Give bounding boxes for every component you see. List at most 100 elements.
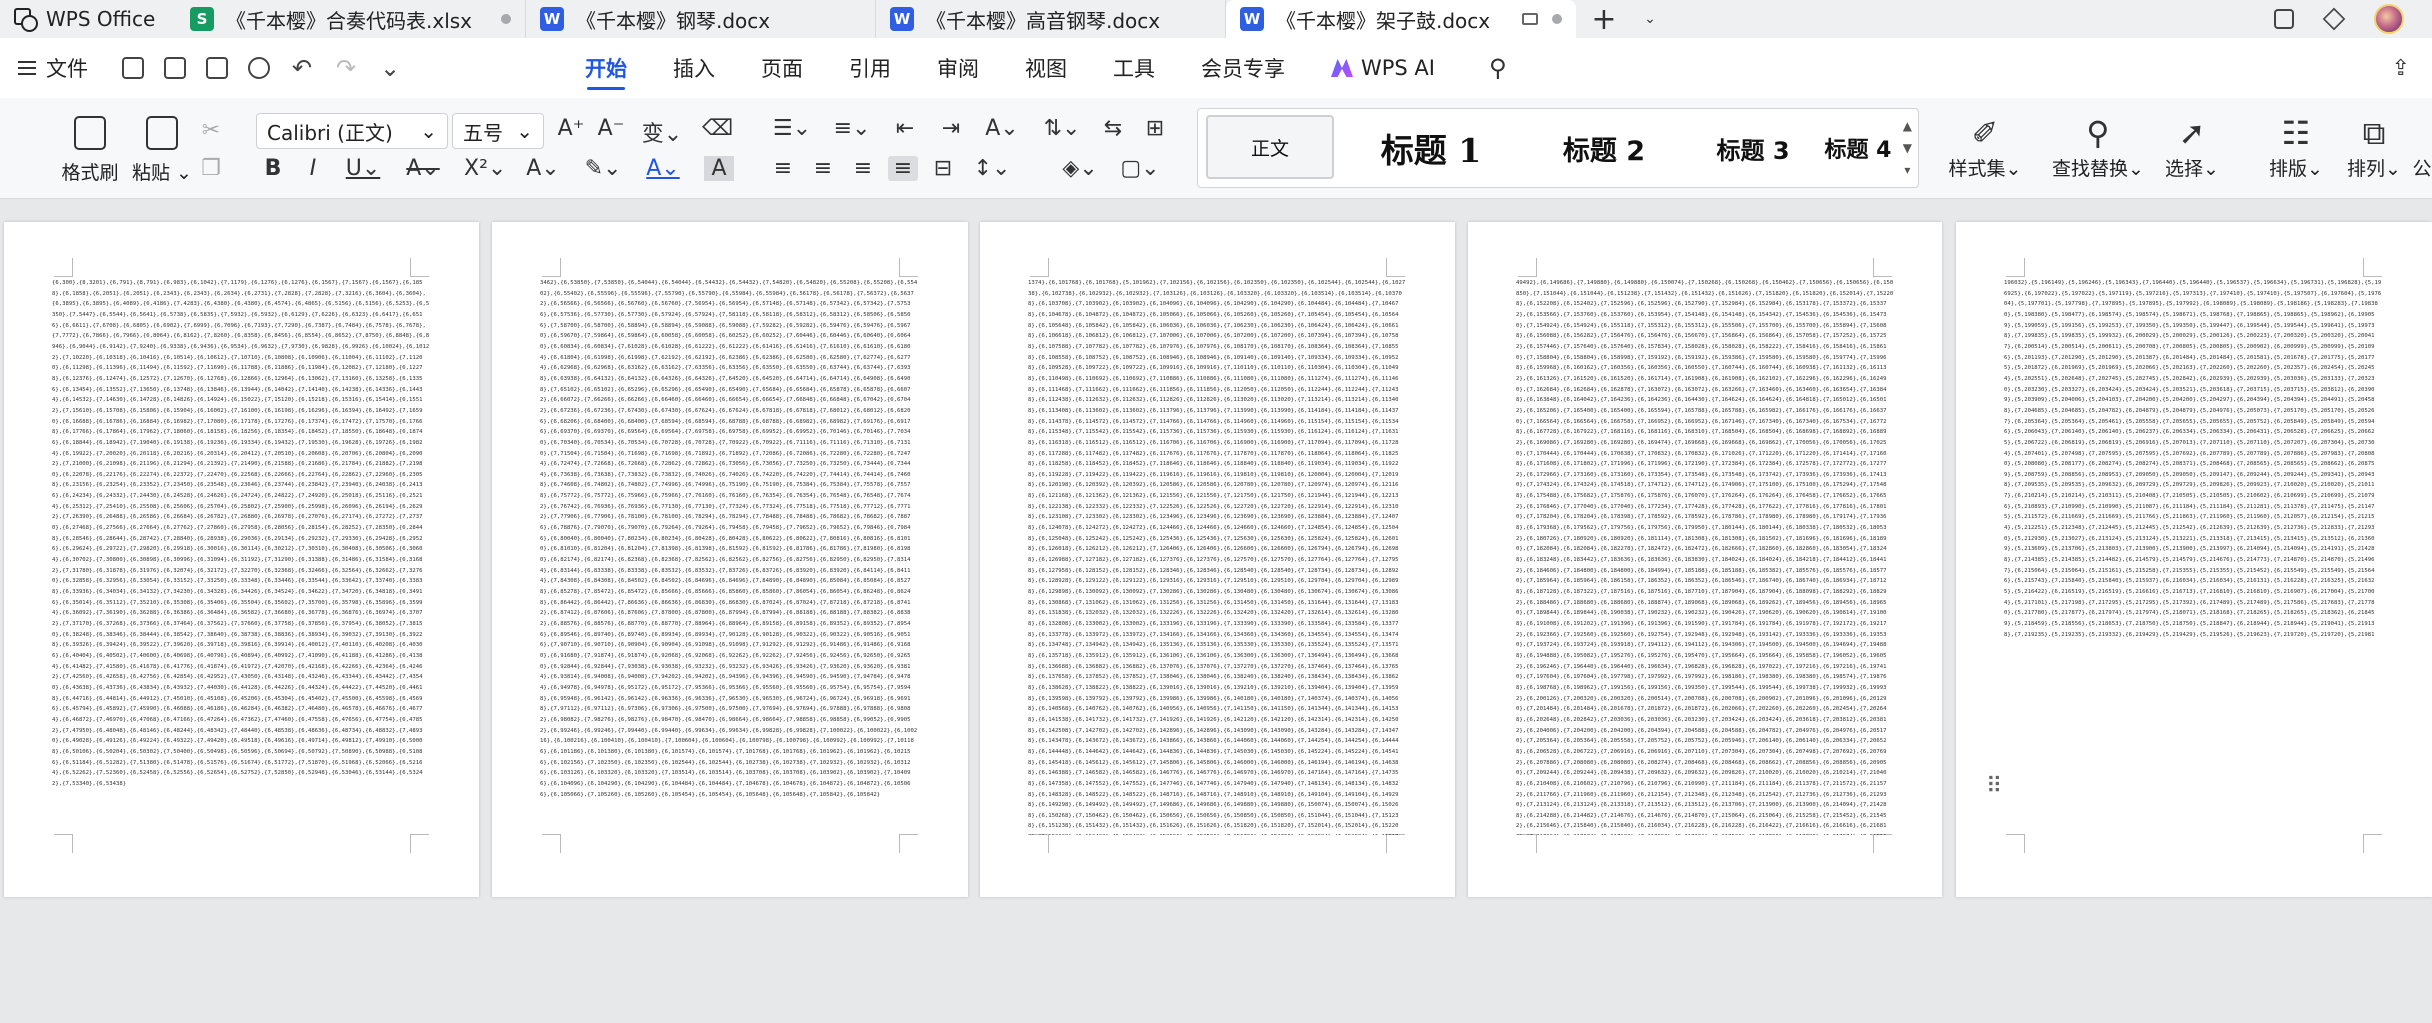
show-marks-icon[interactable]: ⇆ xyxy=(1098,116,1128,141)
paste-icon xyxy=(146,116,178,150)
screen-mode-icon[interactable] xyxy=(1522,13,1538,25)
file-tab-high-piano[interactable]: W 《千本樱》高音钢琴.docx xyxy=(876,0,1226,38)
style-gallery-scroll[interactable]: ▲ ▼ ▾ xyxy=(1903,115,1912,181)
user-avatar[interactable] xyxy=(2374,4,2404,34)
ribbon-overflow-button[interactable]: 公 xyxy=(2412,112,2432,181)
file-menu[interactable]: 文件 xyxy=(0,53,88,83)
page-corner-mark xyxy=(2363,258,2382,277)
font-name-select[interactable]: Calibri (正文) ⌄ xyxy=(256,113,448,149)
undo-icon[interactable]: ↶ xyxy=(290,54,314,82)
menu-bar: 文件 ↶ ↷ ⌄ 开始 插入 页面 引用 审阅 视图 工具 会员专享 WPS A… xyxy=(0,38,2432,98)
document-page-5[interactable]: 196032},{5,196149},{5,196246},{5,196343}… xyxy=(1956,222,2432,897)
find-replace-label: 查找替换⌄ xyxy=(2052,158,2144,180)
distributed-align-icon[interactable]: ⊟ xyxy=(928,156,958,181)
tab-page[interactable]: 页面 xyxy=(738,38,826,98)
strikethrough-icon[interactable]: A⌄ xyxy=(404,156,442,181)
bold-icon[interactable]: B xyxy=(258,156,288,181)
underline-icon[interactable]: U⌄ xyxy=(344,156,382,181)
search-icon[interactable]: ⚲ xyxy=(1466,38,1530,98)
style-set-button[interactable]: ✐ 样式集⌄ xyxy=(1945,112,2025,181)
style-normal[interactable]: 正文 xyxy=(1206,115,1334,179)
tab-member[interactable]: 会员专享 xyxy=(1178,38,1308,98)
tab-tools[interactable]: 工具 xyxy=(1090,38,1178,98)
format-painter-button[interactable]: 格式刷 xyxy=(58,116,122,185)
typesetting-button[interactable]: ☷ 排版⌄ xyxy=(2262,112,2330,181)
document-canvas[interactable]: {6,300},{8,3201},{6,791},{8,791},{6,983}… xyxy=(0,199,2432,1023)
save-icon[interactable] xyxy=(122,57,144,79)
cloud-upload-icon[interactable]: ⇪ xyxy=(2392,56,2432,81)
style-heading-1[interactable]: 标题 1 xyxy=(1346,109,1516,187)
document-page-1[interactable]: {6,300},{8,3201},{6,791},{8,791},{6,983}… xyxy=(4,222,479,897)
sort-icon[interactable]: ⇅⌄ xyxy=(1042,116,1082,141)
char-shading-icon[interactable]: A xyxy=(704,156,734,181)
file-tab-drums-active[interactable]: W 《千本樱》架子鼓.docx xyxy=(1226,0,1576,38)
new-tab-button[interactable]: + xyxy=(1576,0,1632,38)
style-heading-4[interactable]: 标题 4 xyxy=(1798,109,1918,187)
wps-office-home-tab[interactable]: WPS Office xyxy=(0,0,176,38)
numbered-list-icon[interactable]: ≡⌄ xyxy=(832,116,872,141)
arrange-label: 排列⌄ xyxy=(2347,158,2401,180)
find-replace-button[interactable]: ⚲ 查找替换⌄ xyxy=(2048,112,2148,181)
file-tab-title: 《千本樱》架子鼓.docx xyxy=(1276,8,1491,33)
phonetic-guide-icon[interactable]: 变⌄ xyxy=(640,116,684,148)
tab-close-dot-icon[interactable] xyxy=(501,14,511,24)
select-button[interactable]: ➚ 选择⌄ xyxy=(2156,112,2228,181)
table-grid-icon[interactable]: ⊞ xyxy=(1140,116,1170,141)
window-layout-icon[interactable] xyxy=(2274,9,2294,29)
tab-review[interactable]: 审阅 xyxy=(914,38,1002,98)
grow-font-icon[interactable]: A⁺ xyxy=(556,116,586,141)
font-size-value: 五号 xyxy=(463,120,503,145)
page-body-text[interactable]: 49492},{6,149686},{7,149880},{6,149880},… xyxy=(1516,278,1894,835)
tab-wps-ai[interactable]: WPS AI xyxy=(1308,38,1458,98)
font-size-select[interactable]: 五号 ⌄ xyxy=(452,113,544,149)
paragraph-drag-handle-icon[interactable]: ⠿ xyxy=(1986,774,2002,799)
page-body-text[interactable]: 1374},{6,101768},{6,101768},{5,101962},{… xyxy=(1028,278,1407,835)
page-body-text[interactable]: 3462},{6,53850},{7,53850},{6,54044},{6,5… xyxy=(540,278,920,835)
highlight-icon[interactable]: ✎⌄ xyxy=(584,156,622,181)
text-effect-icon[interactable]: A⌄ xyxy=(524,156,562,181)
clear-format-icon[interactable]: ⌫ xyxy=(702,116,733,141)
tab-view[interactable]: 视图 xyxy=(1002,38,1090,98)
align-right-icon[interactable]: ≡ xyxy=(848,156,878,181)
shading-icon[interactable]: ◈⌄ xyxy=(1060,156,1100,181)
print-icon[interactable] xyxy=(206,57,228,79)
align-left-icon[interactable]: ≡ xyxy=(768,156,798,181)
justify-icon[interactable]: ≡ xyxy=(888,156,918,181)
page-corner-mark xyxy=(1873,258,1892,277)
borders-icon[interactable]: ▢⌄ xyxy=(1120,156,1160,181)
redo-icon[interactable]: ↷ xyxy=(334,54,358,82)
bullet-list-icon[interactable]: ☰⌄ xyxy=(772,116,812,141)
style-heading-2[interactable]: 标题 2 xyxy=(1524,109,1684,187)
arrange-button[interactable]: ⧉ 排列⌄ xyxy=(2340,112,2408,181)
page-body-text[interactable]: 196032},{5,196149},{5,196246},{5,196343}… xyxy=(2004,278,2384,637)
text-direction-icon[interactable]: A⌄ xyxy=(982,116,1022,141)
file-tab-piano[interactable]: W 《千本樱》钢琴.docx xyxy=(526,0,876,38)
tab-close-dot-icon[interactable] xyxy=(1552,14,1562,24)
font-color-icon[interactable]: A⌄ xyxy=(644,156,682,181)
document-page-2[interactable]: 3462},{6,53850},{7,53850},{6,54044},{6,5… xyxy=(492,222,968,897)
line-spacing-icon[interactable]: ↕⌄ xyxy=(972,156,1012,181)
superscript-icon[interactable]: X²⌄ xyxy=(464,156,506,181)
page-corner-mark xyxy=(542,834,561,853)
export-pdf-icon[interactable] xyxy=(164,57,186,79)
italic-icon[interactable]: I xyxy=(298,156,328,181)
tab-insert[interactable]: 插入 xyxy=(650,38,738,98)
page-corner-mark xyxy=(1386,834,1405,853)
tab-list-chevron-icon[interactable]: ⌄ xyxy=(1632,0,1668,38)
document-page-4[interactable]: 49492},{6,149686},{7,149880},{6,149880},… xyxy=(1468,222,1942,897)
apps-cube-icon[interactable] xyxy=(2322,7,2346,31)
tab-references[interactable]: 引用 xyxy=(826,38,914,98)
print-preview-icon[interactable] xyxy=(248,57,270,79)
shrink-font-icon[interactable]: A⁻ xyxy=(596,116,626,141)
quick-access-more-icon[interactable]: ⌄ xyxy=(378,54,402,82)
increase-indent-icon[interactable]: ⇥ xyxy=(936,116,966,141)
paste-button[interactable]: 粘贴 ⌄ xyxy=(128,116,196,185)
page-body-text[interactable]: {6,300},{8,3201},{6,791},{8,791},{6,983}… xyxy=(52,278,431,835)
tab-home[interactable]: 开始 xyxy=(562,38,650,98)
document-page-3[interactable]: 1374},{6,101768},{6,101768},{5,101962},{… xyxy=(980,222,1455,897)
cut-icon[interactable]: ✂ xyxy=(196,118,226,143)
file-tab-xlsx[interactable]: S 《千本樱》合奏代码表.xlsx xyxy=(176,0,526,38)
decrease-indent-icon[interactable]: ⇤ xyxy=(890,116,920,141)
copy-icon[interactable]: ❐ xyxy=(196,156,226,181)
align-center-icon[interactable]: ≡ xyxy=(808,156,838,181)
